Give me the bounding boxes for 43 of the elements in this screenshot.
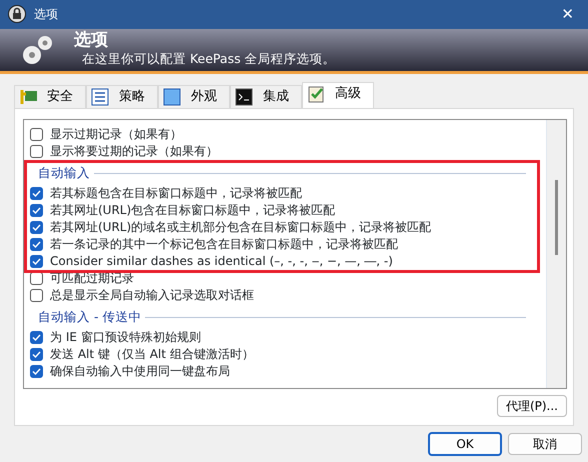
checklist-icon bbox=[307, 85, 325, 104]
checkbox[interactable] bbox=[30, 254, 43, 268]
tab[interactable]: 高级 bbox=[302, 82, 374, 108]
option-label: 为 IE 窗口预设特殊初始规则 bbox=[50, 329, 201, 346]
lock-icon bbox=[8, 5, 26, 24]
tab[interactable]: 策略 bbox=[86, 85, 158, 108]
window-icon bbox=[163, 88, 181, 106]
option-label: Consider similar dashes as identical (–, ‑, ‐, ‒, −, —, ―, -) bbox=[50, 253, 393, 270]
group-heading: 自动输入 - 传送中 bbox=[38, 308, 142, 326]
checkbox[interactable] bbox=[30, 204, 43, 217]
checkbox[interactable] bbox=[30, 238, 43, 251]
dialog-button[interactable]: OK bbox=[428, 432, 502, 456]
option-label: 若其网址(URL)包含在目标窗口标题中，记录将被匹配 bbox=[50, 202, 336, 220]
option-label: 若其网址(URL)的域名或主机部分包含在目标窗口标题中，记录将被匹配 bbox=[50, 219, 432, 236]
checkbox[interactable] bbox=[30, 330, 43, 344]
group-heading: 自动输入 bbox=[38, 164, 90, 182]
checkbox[interactable] bbox=[30, 220, 43, 234]
scrollbar[interactable] bbox=[546, 120, 566, 388]
tab[interactable]: 安全 bbox=[14, 85, 86, 108]
option-label: 显示将要过期的记录（如果有） bbox=[50, 143, 218, 160]
checkbox[interactable] bbox=[30, 348, 43, 361]
option-label: 总是显示全局自动输入记录选取对话框 bbox=[50, 287, 254, 304]
option-label: 显示过期记录（如果有） bbox=[50, 126, 182, 144]
checkbox[interactable] bbox=[30, 364, 43, 378]
option-label: 若一条记录的其中一个标记包含在目标窗口标题中，记录将被匹配 bbox=[50, 236, 398, 254]
tab[interactable]: 集成 bbox=[230, 85, 302, 108]
tab[interactable]: 外观 bbox=[158, 85, 230, 108]
checkbox[interactable] bbox=[30, 144, 43, 158]
close-button[interactable]: ✕ bbox=[555, 3, 580, 26]
banner-title: 选项 bbox=[74, 31, 109, 50]
checkbox[interactable] bbox=[30, 128, 43, 141]
checkbox[interactable] bbox=[30, 288, 43, 302]
option-label: 确保自动输入中使用同一键盘布局 bbox=[50, 363, 230, 380]
terminal-icon bbox=[235, 88, 253, 106]
checkbox[interactable] bbox=[30, 272, 43, 285]
list-icon bbox=[91, 88, 109, 106]
proxy-button[interactable]: 代理(P)... bbox=[496, 394, 567, 417]
dialog-button[interactable]: 取消 bbox=[508, 432, 582, 455]
option-label: 发送 Alt 键（仅当 Alt 组合键激活时） bbox=[50, 346, 254, 364]
option-label: 若其标题包含在目标窗口标题中，记录将被匹配 bbox=[50, 185, 302, 202]
window-title: 选项 bbox=[34, 6, 58, 24]
checkbox[interactable] bbox=[30, 186, 43, 200]
banner-subtitle: 在这里你可以配置 KeePass 全局程序选项。 bbox=[81, 50, 336, 68]
